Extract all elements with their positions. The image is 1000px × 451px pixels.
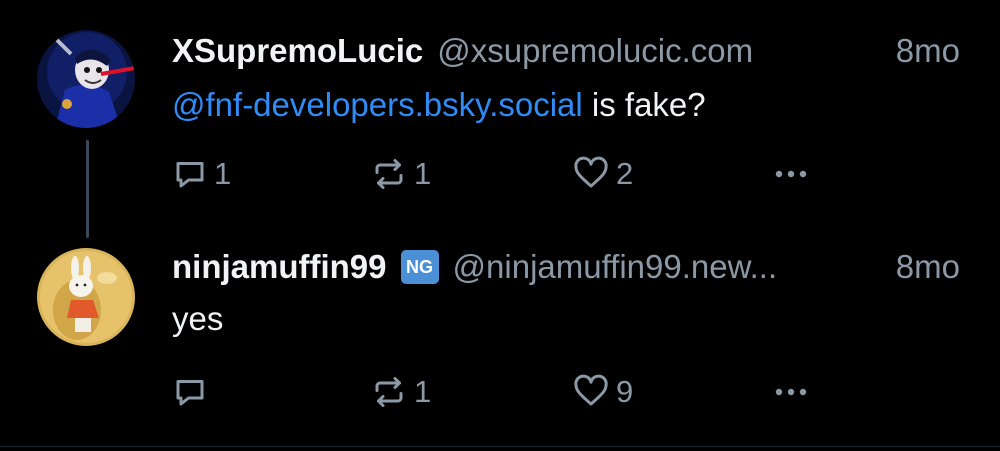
post-timestamp[interactable]: 8mo (896, 248, 960, 286)
author-display-name[interactable]: XSupremoLucic (172, 32, 423, 70)
more-options-button[interactable] (774, 372, 808, 412)
reply-icon (172, 374, 208, 410)
more-options-icon (774, 168, 808, 180)
repost-icon (370, 156, 408, 192)
reply-icon (172, 156, 208, 192)
like-button[interactable]: 2 (572, 154, 633, 194)
author-handle[interactable]: @ninjamuffin99.new... (453, 248, 886, 286)
post-item[interactable]: ninjamuffin99 NG @ninjamuffin99.new... 8… (0, 220, 1000, 447)
divider (0, 446, 1000, 447)
post-text-content: is fake? (582, 86, 706, 123)
repost-count: 1 (414, 374, 432, 409)
repost-button[interactable]: 1 (370, 154, 431, 194)
post-item[interactable]: XSupremoLucic @xsupremolucic.com 8mo @fn… (0, 0, 1000, 238)
verification-badge: NG (400, 250, 439, 284)
repost-count: 1 (414, 156, 432, 191)
author-handle[interactable]: @xsupremolucic.com (437, 32, 886, 70)
more-options-icon (774, 386, 808, 398)
post-actions: 1 1 2 (170, 154, 830, 194)
like-count: 2 (616, 156, 634, 191)
post-header: XSupremoLucic @xsupremolucic.com 8mo (172, 28, 960, 74)
reply-count: 1 (214, 156, 232, 191)
repost-button[interactable]: 1 (370, 372, 431, 412)
mention-link[interactable]: @fnf-developers.bsky.social (172, 86, 583, 123)
more-options-button[interactable] (774, 154, 808, 194)
heart-icon (572, 156, 610, 192)
post-header: ninjamuffin99 NG @ninjamuffin99.new... 8… (172, 244, 960, 290)
post-timestamp[interactable]: 8mo (896, 32, 960, 70)
post-text: @fnf-developers.bsky.social is fake? (172, 86, 706, 124)
avatar[interactable] (37, 248, 135, 346)
reply-button[interactable]: 1 (172, 154, 231, 194)
post-actions: 1 9 (170, 372, 830, 412)
reply-button[interactable] (172, 372, 214, 412)
heart-icon (572, 374, 610, 410)
repost-icon (370, 374, 408, 410)
avatar[interactable] (37, 30, 135, 128)
like-button[interactable]: 9 (572, 372, 633, 412)
author-display-name[interactable]: ninjamuffin99 (172, 248, 387, 286)
post-text: yes (172, 300, 224, 337)
like-count: 9 (616, 374, 634, 409)
